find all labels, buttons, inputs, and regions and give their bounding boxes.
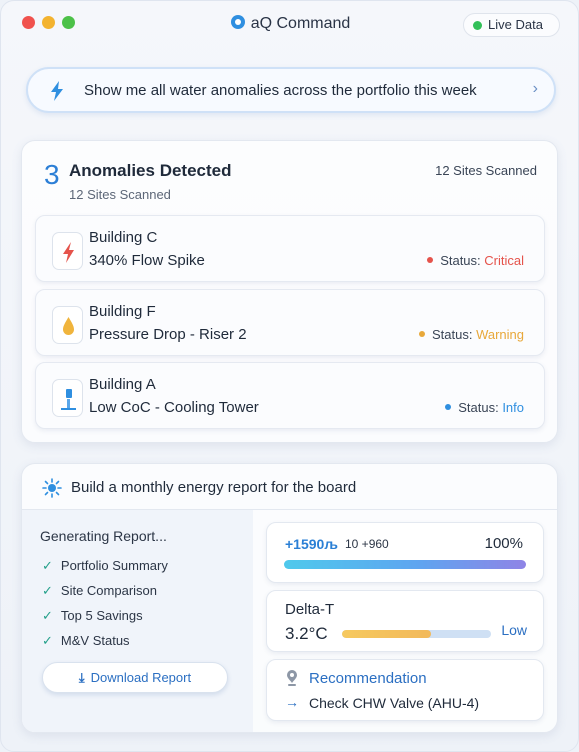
status-badge: Status: Warning — [418, 327, 524, 342]
generating-label: Generating Report... — [40, 528, 167, 544]
report-progress-panel: Generating Report... ✓ Portfolio Summary … — [22, 510, 253, 732]
report-title: Build a monthly energy report for the bo… — [71, 479, 357, 496]
status-badge: Status: Critical — [427, 253, 524, 268]
status-dot-icon — [427, 257, 434, 263]
anomaly-row-building-a[interactable]: Building A Low CoC - Cooling Tower Statu… — [35, 362, 545, 429]
progress-percent: 100% — [484, 535, 523, 552]
anomaly-description: 340% Flow Spike — [89, 252, 205, 269]
delta-t-level: Low — [501, 622, 527, 638]
checklist-item: ✓ M&V Status — [42, 633, 130, 649]
recommendation-card[interactable]: Recommendation → Check CHW Valve (AHU-4) — [266, 659, 544, 721]
bolt-icon — [52, 232, 83, 270]
live-data-badge[interactable]: Live Data — [463, 13, 560, 37]
chevron-right-icon[interactable]: › — [533, 80, 538, 98]
check-icon: ✓ — [42, 558, 53, 573]
bolt-icon — [51, 81, 63, 101]
status-badge: Status: Info — [445, 400, 524, 415]
anomaly-building: Building C — [89, 229, 158, 246]
sparkle-icon — [42, 478, 62, 498]
status-prefix: Status: — [458, 400, 503, 415]
query-text: Show me all water anomalies across the p… — [84, 82, 477, 99]
live-status-dot-icon — [473, 21, 482, 30]
anomalies-title: Anomalies Detected — [69, 161, 232, 180]
status-prefix: Status: — [431, 327, 477, 342]
sites-scanned-label: 12 Sites Scanned — [435, 163, 537, 178]
checklist-item-label: M&V Status — [60, 633, 130, 648]
live-data-label: Live Data — [488, 17, 543, 32]
download-icon: ⤓ — [78, 670, 85, 685]
check-icon: ✓ — [42, 583, 53, 598]
delta-t-gauge-fill — [342, 630, 432, 638]
check-icon: ✓ — [42, 608, 53, 623]
status-value: Critical — [484, 253, 524, 268]
checklist-item-label: Portfolio Summary — [60, 558, 168, 573]
check-icon: ✓ — [42, 633, 53, 648]
anomaly-row-building-c[interactable]: Building C 340% Flow Spike Status: Criti… — [35, 215, 545, 282]
anomaly-count: 3 — [44, 159, 60, 190]
delta-t-value: 3.2°C — [285, 624, 328, 643]
status-dot-icon — [418, 331, 425, 337]
report-card: Build a monthly energy report for the bo… — [21, 463, 558, 733]
app-window: aQ Command Live Data Show me all water a… — [0, 0, 579, 752]
delta-t-gauge — [342, 630, 491, 638]
progress-secondary-value: 10 +960 — [345, 537, 389, 551]
anomaly-description: Low CoC - Cooling Tower — [89, 399, 259, 416]
progress-primary-value: +1590љ — [285, 536, 338, 552]
app-logo-icon — [230, 15, 245, 29]
checklist-item: ✓ Portfolio Summary — [42, 558, 168, 574]
recommendation-text: Check CHW Valve (AHU-4) — [309, 695, 480, 711]
title-bar: aQ Command Live Data — [1, 1, 578, 47]
checklist-item: ✓ Top 5 Savings — [42, 608, 143, 624]
delta-t-card: Delta-T 3.2°C Low — [266, 590, 544, 652]
cooling-tower-icon — [52, 379, 83, 417]
download-report-button[interactable]: ⤓ Download Report — [42, 662, 228, 693]
progress-card: +1590љ 10 +960 100% — [266, 522, 544, 583]
status-dot-icon — [445, 404, 452, 410]
status-value: Info — [502, 400, 524, 415]
anomalies-subtitle: 12 Sites Scanned — [69, 187, 171, 202]
anomaly-row-building-f[interactable]: Building F Pressure Drop - Riser 2 Statu… — [35, 289, 545, 356]
status-value: Warning — [476, 327, 524, 342]
checklist-item: ✓ Site Comparison — [42, 583, 157, 599]
checklist-item-label: Site Comparison — [60, 583, 158, 598]
query-input[interactable]: Show me all water anomalies across the p… — [26, 67, 556, 113]
anomaly-building: Building F — [89, 303, 156, 320]
water-drop-icon — [52, 306, 83, 344]
recommendation-label: Recommendation — [309, 670, 427, 687]
checklist-item-label: Top 5 Savings — [60, 608, 143, 623]
report-header: Build a monthly energy report for the bo… — [22, 464, 557, 510]
pin-icon — [287, 670, 297, 686]
anomaly-building: Building A — [89, 376, 156, 393]
delta-t-label: Delta-T — [285, 601, 335, 618]
download-report-label: Download Report — [90, 670, 192, 685]
app-title-text: aQ Command — [250, 15, 351, 32]
arrow-right-icon: → — [285, 694, 299, 710]
status-prefix: Status: — [440, 253, 485, 268]
anomaly-description: Pressure Drop - Riser 2 — [89, 326, 247, 343]
progress-bar — [284, 560, 526, 569]
anomalies-card: 3 Anomalies Detected 12 Sites Scanned 12… — [21, 140, 558, 443]
